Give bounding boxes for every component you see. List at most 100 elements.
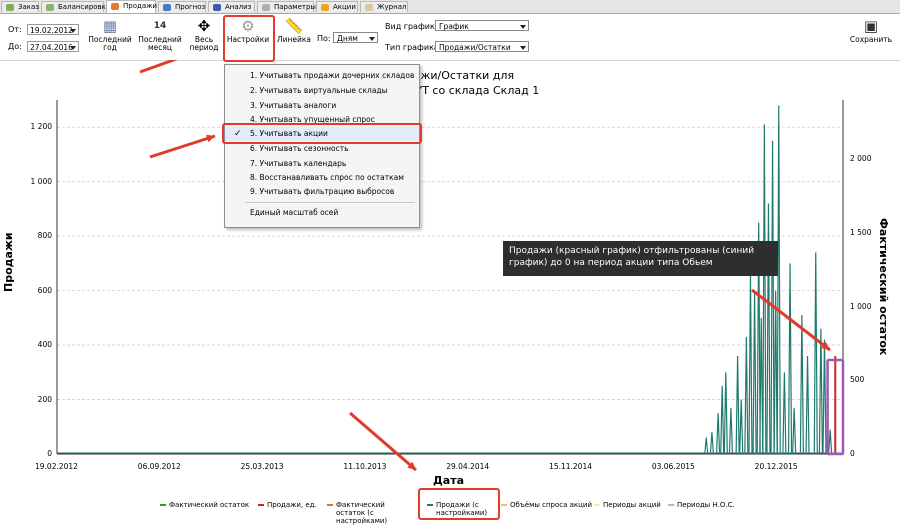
y-tick-label: 1 000 <box>30 176 52 186</box>
chart-marks <box>57 105 843 455</box>
analysis-icon <box>213 4 221 11</box>
sales-filtered-spike <box>770 140 775 455</box>
chart-type-label: Тип графика <box>385 43 439 52</box>
chart-type-select[interactable]: Продажи/Остатки <box>435 41 529 52</box>
menu-item-7[interactable]: 7. Учитывать календарь <box>225 157 419 171</box>
calendar-month-icon: 14 <box>153 21 167 31</box>
menu-item-label: 2. Учитывать виртуальные склады <box>250 86 388 95</box>
sales-filtered-spike <box>762 124 767 455</box>
sales-filtered-spike <box>822 339 827 455</box>
tab-analysis[interactable]: Анализ <box>208 1 255 12</box>
legend-item[interactable]: Объёмы спроса акций <box>501 501 592 509</box>
x-tick-label: 19.02.2012 <box>35 462 78 471</box>
annotation-arrow <box>139 60 178 74</box>
period-select[interactable]: Дням <box>333 32 378 43</box>
toolbar: От: 19.02.2012 До: 27.04.2016 ▦ Последний… <box>0 14 900 61</box>
last-year-button[interactable]: ▦ Последний год <box>88 18 132 52</box>
sales-filtered-spike <box>782 372 787 455</box>
legend-item[interactable]: Продажи (с настройками) <box>427 501 498 517</box>
y-tick-label: 800 <box>37 231 52 241</box>
legend-label: Продажи (с настройками) <box>436 501 488 517</box>
legend-item[interactable]: Продажи, ед. <box>258 501 317 509</box>
menu-item-1[interactable]: 1. Учитывать продажи дочерних складов <box>225 69 419 83</box>
tab-balancing[interactable]: Балансировка <box>41 1 110 12</box>
menu-item-9[interactable]: 9. Учитывать фильтрацию выбросов <box>225 185 419 199</box>
annotation-tooltip: Продажи (красный график) отфильтрованы (… <box>503 241 778 276</box>
save-button[interactable]: ▣ Сохранить <box>848 18 894 44</box>
chevron-down-icon <box>369 37 375 41</box>
legend-item[interactable]: Фактический остаток (с настройками) <box>327 501 404 525</box>
arrow-head <box>206 134 215 143</box>
y2-tick-label: 500 <box>850 375 865 385</box>
x-tick-label: 25.03.2013 <box>240 462 284 471</box>
chart-view-label: Вид графика <box>385 22 440 31</box>
chart-title-line2: ...YT со склада Склад 1 <box>405 84 540 97</box>
sales-filtered-spike <box>792 407 797 455</box>
all-period-button[interactable]: ✥ Весь период <box>188 18 220 52</box>
x-tick-label: 29.04.2014 <box>446 462 490 471</box>
sales-filtered-spike <box>715 413 721 455</box>
sales-filtered-spike <box>759 317 764 455</box>
promos-icon <box>321 4 329 11</box>
tab-parameters[interactable]: Параметры <box>257 1 316 12</box>
highlight-promo-item <box>222 123 422 144</box>
from-date-picker[interactable]: 19.02.2012 <box>27 24 79 35</box>
arrow-shaft <box>139 60 178 74</box>
settings-menu: 1. Учитывать продажи дочерних складов 2. … <box>224 64 420 228</box>
sales-filtered-spike <box>813 252 818 455</box>
x-tick-label: 03.06.2015 <box>651 462 695 471</box>
menu-item-3[interactable]: 3. Учитывать аналоги <box>225 99 419 113</box>
tab-promos[interactable]: Акции <box>316 1 358 12</box>
sales-filtered-spike <box>799 315 804 455</box>
highlight-settings-button <box>223 15 275 62</box>
sales-filtered-spike <box>720 385 725 455</box>
forecast-icon <box>163 4 171 11</box>
sales-filtered-spike <box>744 336 749 455</box>
last-month-button[interactable]: 14 Последний месяц <box>137 18 183 52</box>
x-tick-label: 20.12.2015 <box>754 462 798 471</box>
tab-order[interactable]: Заказ <box>1 1 39 12</box>
menu-item-label: 7. Учитывать календарь <box>250 159 347 168</box>
tab-journal[interactable]: Журнал <box>360 1 408 12</box>
legend-swatch <box>258 504 264 506</box>
sales-filtered-spike <box>728 407 734 455</box>
x-tick-label: 06.09.2012 <box>137 462 181 471</box>
legend-item[interactable]: Периоды Н.О.С. <box>668 501 735 509</box>
sales-filtered-spike <box>704 437 709 455</box>
menu-separator <box>245 202 415 203</box>
legend-label: Продажи, ед. <box>267 501 317 509</box>
chart-view-select[interactable]: График <box>435 20 529 31</box>
sales-filtered-spike <box>752 293 757 455</box>
sales-filtered-spike <box>709 432 715 455</box>
legend-item[interactable]: Периоды акций <box>594 501 661 509</box>
to-date-picker[interactable]: 27.04.2016 <box>27 41 79 52</box>
y2-tick-label: 0 <box>850 449 855 458</box>
menu-item-10[interactable]: Единый масштаб осей <box>225 206 419 220</box>
legend-swatch <box>501 504 507 506</box>
y2-tick-label: 1 000 <box>850 301 872 311</box>
sales-filtered-spike <box>787 263 793 455</box>
tab-sales[interactable]: Продажи <box>106 0 157 13</box>
legend-item[interactable]: Фактический остаток <box>160 501 249 509</box>
ruler-button[interactable]: 📏 Линейка <box>276 18 312 44</box>
chevron-down-icon <box>70 29 76 33</box>
legend-swatch <box>427 504 433 506</box>
legend-swatch <box>160 504 166 506</box>
tab-bar: Заказ Балансировка Продажи Прогноз Анали… <box>0 0 900 14</box>
menu-item-2[interactable]: 2. Учитывать виртуальные склады <box>225 84 419 98</box>
sales-filtered-spike <box>828 429 833 455</box>
menu-item-6[interactable]: 6. Учитывать сезонность <box>225 142 419 156</box>
chart-title-line1: ...жи/Остатки для <box>410 69 515 82</box>
floppy-disk-icon: ▣ <box>863 17 879 35</box>
menu-item-8[interactable]: 8. Восстанавливать спрос по остаткам <box>225 171 419 185</box>
tab-forecast[interactable]: Прогноз <box>158 1 206 12</box>
journal-icon <box>365 4 373 11</box>
chevron-down-icon <box>70 46 76 50</box>
sales-filtered-spike <box>773 290 778 455</box>
menu-item-label: 9. Учитывать фильтрацию выбросов <box>250 187 395 196</box>
sales-filtered-spike <box>723 372 728 455</box>
order-icon <box>6 4 14 11</box>
y-tick-label: 0 <box>47 449 52 458</box>
sales-filtered-spike <box>748 274 753 455</box>
x-axis-label: Дата <box>433 474 465 487</box>
